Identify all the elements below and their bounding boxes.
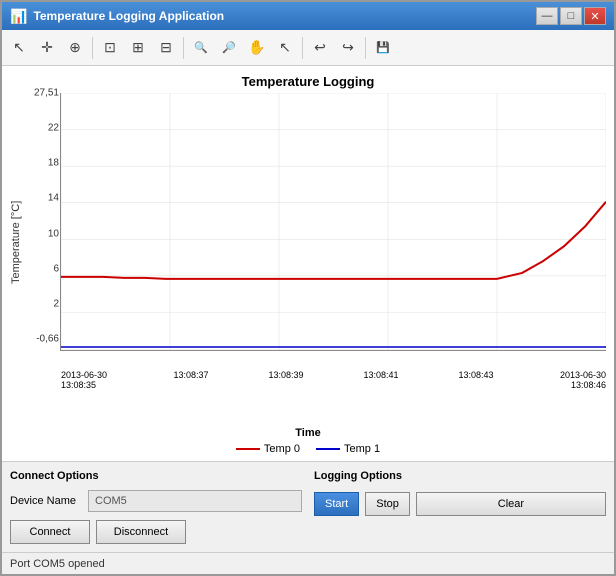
y-tick-7: -0,66 [29,333,59,344]
maximize-button[interactable]: □ [560,7,582,25]
tool-grid-button[interactable]: ⊞ [125,35,151,61]
connect-options-label: Connect Options [10,470,302,482]
connect-options: Connect Options Device Name Connect Disc… [10,470,302,544]
legend-temp1: Temp 1 [316,443,380,455]
device-name-label: Device Name [10,495,82,507]
x-tick-3: 13:08:41 [356,370,406,390]
start-button[interactable]: Start [314,492,359,516]
legend-temp0: Temp 0 [236,443,300,455]
chart-container: Temperature [°C] 27,51 22 18 14 10 6 2 -… [10,93,606,391]
y-tick-3: 14 [29,193,59,204]
status-text: Port COM5 opened [10,558,105,570]
tool-crosshair-button[interactable]: ✛ [34,35,60,61]
x-tick-5: 2013-06-30 13:08:46 [546,370,606,390]
x-tick-4: 13:08:43 [451,370,501,390]
toolbar-separator-3 [302,37,303,59]
legend-temp0-line [236,448,260,450]
x-axis-label: Time [10,427,606,439]
minimize-button[interactable]: — [536,7,558,25]
y-axis-label: Temperature [°C] [10,93,22,391]
window-title: Temperature Logging Application [33,9,224,23]
chart-plot-area: 27,51 22 18 14 10 6 2 -0,66 [60,93,606,351]
close-button[interactable]: ✕ [584,7,606,25]
toolbar-separator-4 [365,37,366,59]
chart-title: Temperature Logging [10,74,606,89]
toolbar: ↖ ✛ ⊕ ⊡ ⊞ ⊟ 🔍 🔎 ✋ ↖ ↩ ↪ 💾 [2,30,614,66]
x-tick-0: 2013-06-30 13:08:35 [61,370,121,390]
stop-button[interactable]: Stop [365,492,410,516]
y-tick-1: 22 [29,123,59,134]
y-tick-6: 2 [29,298,59,309]
legend-temp1-label: Temp 1 [344,443,380,455]
disconnect-button[interactable]: Disconnect [96,520,186,544]
y-tick-4: 10 [29,228,59,239]
chart-svg [61,93,606,350]
tool-autoscale-button[interactable]: ⊡ [97,35,123,61]
legend-temp1-line [316,448,340,450]
tool-hand-button[interactable]: ✋ [244,35,270,61]
x-tick-2: 13:08:39 [261,370,311,390]
tool-save-button[interactable]: 💾 [370,35,396,61]
logging-options: Logging Options Start Stop Clear [314,470,606,544]
tool-select-button[interactable]: ↖ [272,35,298,61]
y-tick-5: 6 [29,263,59,274]
y-tick-labels: 27,51 22 18 14 10 6 2 -0,66 [29,93,59,350]
chart-area: Temperature Logging Temperature [°C] 27,… [2,66,614,461]
tool-zoom-fit-button[interactable]: ⊟ [153,35,179,61]
chart-legend: Temp 0 Temp 1 [10,443,606,455]
logging-btn-row: Start Stop Clear [314,492,606,516]
clear-button[interactable]: Clear [416,492,606,516]
tool-cursor-button[interactable]: ↖ [6,35,32,61]
connect-btn-row: Connect Disconnect [10,520,302,544]
main-window: 📊 Temperature Logging Application — □ ✕ … [0,0,616,576]
bottom-panel: Connect Options Device Name Connect Disc… [2,461,614,552]
tool-zoom-out-button[interactable]: 🔎 [216,35,242,61]
y-tick-2: 18 [29,158,59,169]
logging-options-label: Logging Options [314,470,606,482]
tool-pan-button[interactable]: ⊕ [62,35,88,61]
legend-temp0-label: Temp 0 [264,443,300,455]
toolbar-separator-2 [183,37,184,59]
x-tick-1: 13:08:37 [166,370,216,390]
tool-zoom-in-button[interactable]: 🔍 [188,35,214,61]
toolbar-separator-1 [92,37,93,59]
tool-undo-button[interactable]: ↩ [307,35,333,61]
options-row: Connect Options Device Name Connect Disc… [10,470,606,544]
app-icon: 📊 [10,8,27,25]
title-bar: 📊 Temperature Logging Application — □ ✕ [2,2,614,30]
connect-button[interactable]: Connect [10,520,90,544]
title-bar-buttons: — □ ✕ [536,7,606,25]
device-name-input[interactable] [88,490,302,512]
status-bar: Port COM5 opened [2,552,614,574]
y-tick-0: 27,51 [29,88,59,99]
device-name-row: Device Name [10,490,302,512]
tool-redo-button[interactable]: ↪ [335,35,361,61]
title-bar-left: 📊 Temperature Logging Application [10,8,224,25]
x-tick-labels: 2013-06-30 13:08:35 13:08:37 13:08:39 13… [61,370,606,390]
